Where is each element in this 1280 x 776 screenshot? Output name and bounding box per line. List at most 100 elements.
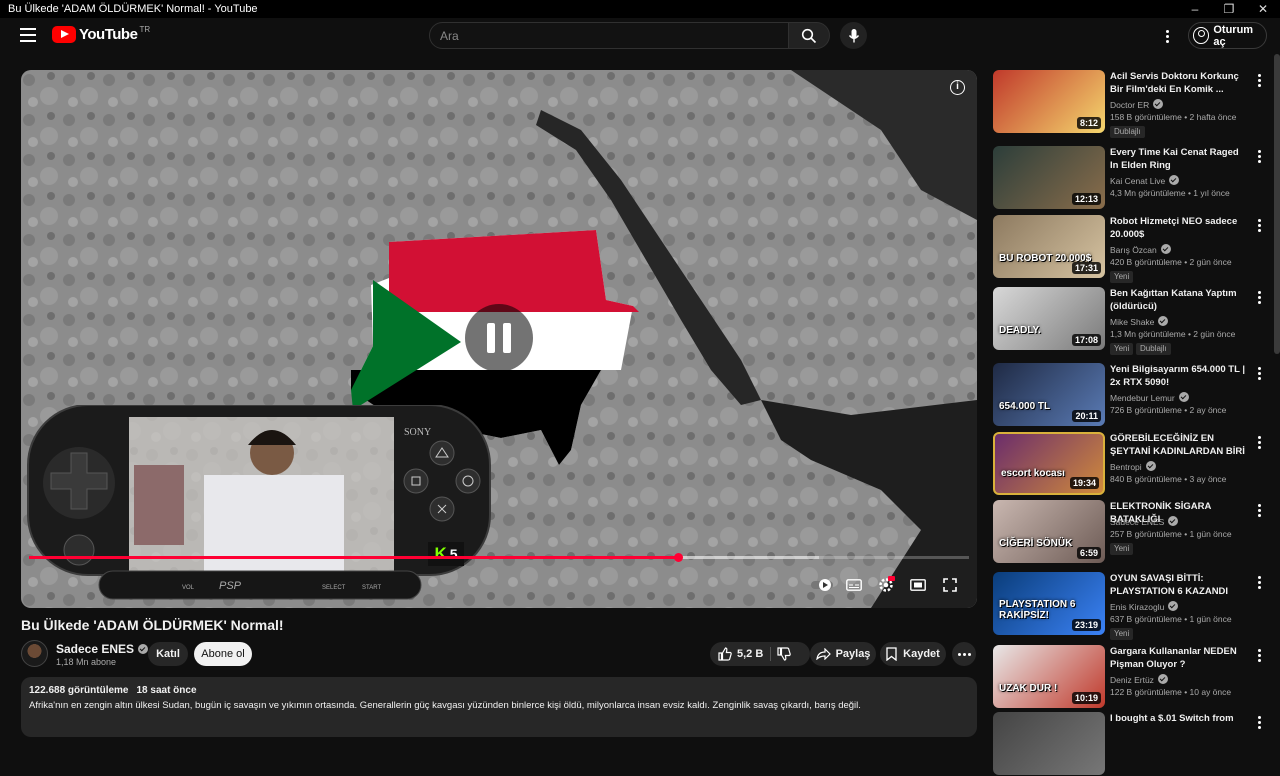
recommendation-title[interactable]: Gargara Kullananlar NEDEN Pişman Oluyor … [1110,645,1246,671]
recommendation-item[interactable]: 654.000 TL 20:11 Yeni Bilgisayarım 654.000… [993,363,1273,427]
recommendation-channel[interactable]: Mendebur Lemur [1110,392,1189,403]
description-box[interactable]: 122.688 görüntüleme 18 saat önce Afrika'n… [21,677,977,737]
recommendation-item[interactable]: CİĞERİ SÖNÜK 6:59 ELEKTRONİK SİGARA BATAKL… [993,500,1273,564]
recommendation-title[interactable]: GÖREBİLECEĞİNİZ EN ŞEYTANİ KADINLARDAN B… [1110,432,1246,458]
like-button[interactable]: 5,2 B [718,647,763,661]
recommendation-menu-icon[interactable] [1255,715,1263,729]
signin-button[interactable]: Oturum aç [1188,22,1267,49]
recommendation-channel[interactable]: Enis Kirazoglu [1110,601,1179,612]
video-thumbnail[interactable] [993,712,1105,775]
recommendation-title[interactable]: OYUN SAVAŞI BİTTİ: PLAYSTATION 6 KAZANDI [1110,572,1246,598]
video-thumbnail[interactable]: 654.000 TL 20:11 [993,363,1105,426]
progress-bar[interactable] [29,553,969,562]
settings-button[interactable] [875,574,897,596]
video-thumbnail[interactable]: UZAK DUR ! 10:19 [993,645,1105,708]
settings-menu-icon[interactable] [1160,27,1174,45]
recommendation-menu-icon[interactable] [1255,648,1263,662]
recommendation-channel[interactable]: Mike Shake [1110,316,1169,327]
recommendation-channel[interactable]: Doctor ER [1110,99,1164,110]
recommendation-title[interactable]: Ben Kağıttan Katana Yaptım (öldürücü) [1110,287,1246,313]
recommendation-menu-icon[interactable] [1255,290,1263,304]
video-thumbnail[interactable]: PLAYSTATION 6 RAKİPSİZ! 23:19 [993,572,1105,635]
youtube-logo[interactable]: YouTube TR [52,25,150,43]
join-button[interactable]: Katıl [148,642,188,666]
search-input[interactable] [430,23,770,48]
recommendation-menu-icon[interactable] [1255,435,1263,449]
share-button[interactable]: Paylaş [810,642,876,666]
recommendation-item[interactable]: escort kocası 19:34 GÖREBİLECEĞİNİZ EN ŞEY… [993,432,1273,496]
recommendation-badge: Dublajlı [1110,126,1145,138]
recommendation-menu-icon[interactable] [1255,575,1263,589]
recommendation-menu-icon[interactable] [1255,73,1263,87]
minimize-button[interactable]: – [1178,0,1212,18]
recommendation-menu-icon[interactable] [1255,149,1263,163]
watermark-number: 5 [449,546,458,562]
more-actions-button[interactable] [952,642,976,666]
close-button[interactable]: ✕ [1246,0,1280,18]
recommendation-item[interactable]: 12:13 Every Time Kai Cenat Raged In Elden… [993,146,1273,210]
recommendation-channel-name: Barış Özcan [1110,245,1157,255]
video-thumbnail[interactable]: BU ROBOT 20.000$ 17:31 [993,215,1105,278]
video-thumbnail[interactable]: 8:12 [993,70,1105,133]
verified-icon [1168,516,1179,526]
pause-overlay-icon[interactable] [465,304,533,372]
recommendation-title[interactable]: Acil Servis Doktoru Korkunç Bir Film'dek… [1110,70,1246,96]
recommendation-badge: Yeni [1110,271,1134,283]
menu-icon[interactable] [20,28,36,42]
search-icon [801,28,817,43]
recommendation-item[interactable]: BU ROBOT 20.000$ 17:31 Robot Hizmetçi NEO … [993,215,1273,283]
recommendation-channel[interactable]: Deniz Ertüz [1110,674,1168,685]
recommendation-title[interactable]: Robot Hizmetçi NEO sadece 20.000$ [1110,215,1246,241]
autoplay-toggle[interactable] [811,574,833,596]
video-thumbnail[interactable]: DEADLY. 17:08 [993,287,1105,350]
scrollbar[interactable] [1274,54,1280,354]
channel-name-link[interactable]: Sadece ENES [56,642,149,656]
recommendation-item[interactable]: 8:12 Acil Servis Doktoru Korkunç Bir Film… [993,70,1273,138]
gear-icon [879,576,895,592]
video-player[interactable]: i SONY PSP VOL SELECT START K 5 [21,70,977,608]
subtitles-button[interactable] [843,574,865,596]
save-button[interactable]: Kaydet [880,642,946,666]
video-thumbnail[interactable]: 12:13 [993,146,1105,209]
recommendation-menu-icon[interactable] [1255,503,1263,517]
recommendation-channel[interactable]: Barış Özcan [1110,244,1171,255]
recommendation-channel[interactable]: Kai Cenat Live [1110,175,1180,186]
voice-search-button[interactable] [840,22,867,49]
search-box [429,22,789,49]
video-duration: 6:59 [1076,547,1101,559]
recommendation-meta: 257 B görüntüleme • 1 gün önce [1110,529,1232,539]
video-thumbnail[interactable]: CİĞERİ SÖNÜK 6:59 [993,500,1105,563]
recommendation-channel[interactable]: Sadece ENES [1110,516,1179,527]
watermark-letter: K [434,544,447,563]
maximize-button[interactable]: ❐ [1212,0,1246,18]
recommendation-channel-name: Enis Kirazoglu [1110,602,1165,612]
theater-mode-button[interactable] [907,574,929,596]
recommendation-item[interactable]: PLAYSTATION 6 RAKİPSİZ! 23:19 OYUN SAVAŞI … [993,572,1273,640]
recommendation-menu-icon[interactable] [1255,218,1263,232]
search-button[interactable] [788,22,830,49]
recommendation-item[interactable]: UZAK DUR ! 10:19 Gargara Kullananlar NEDEN… [993,645,1273,709]
fullscreen-button[interactable] [939,574,961,596]
theater-icon [910,579,926,591]
progress-scrubber[interactable] [673,553,683,562]
video-thumbnail[interactable]: escort kocası 19:34 [993,432,1105,495]
recommendation-menu-icon[interactable] [1255,366,1263,380]
recommendation-channel[interactable]: Bentropi [1110,461,1156,472]
dislike-button[interactable] [777,647,791,664]
subscribe-button[interactable]: Abone ol [194,642,252,666]
recommendation-title[interactable]: Every Time Kai Cenat Raged In Elden Ring [1110,146,1246,172]
recommendation-meta: 637 B görüntüleme • 1 gün önce [1110,614,1232,624]
recommendation-title[interactable]: Yeni Bilgisayarım 654.000 TL | 2x RTX 50… [1110,363,1246,389]
youtube-play-icon [52,26,76,43]
user-icon [1193,27,1210,44]
recommendation-item[interactable]: I bought a $.01 Switch from [993,712,1273,776]
recommendation-title[interactable]: I bought a $.01 Switch from [1110,712,1246,725]
verified-icon [138,644,149,654]
owner-row: Sadece ENES 1,18 Mn abone Katıl Abone ol… [21,640,977,668]
recommendation-item[interactable]: DEADLY. 17:08 Ben Kağıttan Katana Yaptım (… [993,287,1273,355]
recommendation-meta: 840 B görüntüleme • 3 ay önce [1110,474,1227,484]
info-icon[interactable]: i [950,80,965,95]
channel-avatar[interactable] [21,640,48,667]
thumbs-up-icon [718,647,732,661]
video-title: Bu Ülkede 'ADAM ÖLDÜRMEK' Normal! [21,617,284,633]
